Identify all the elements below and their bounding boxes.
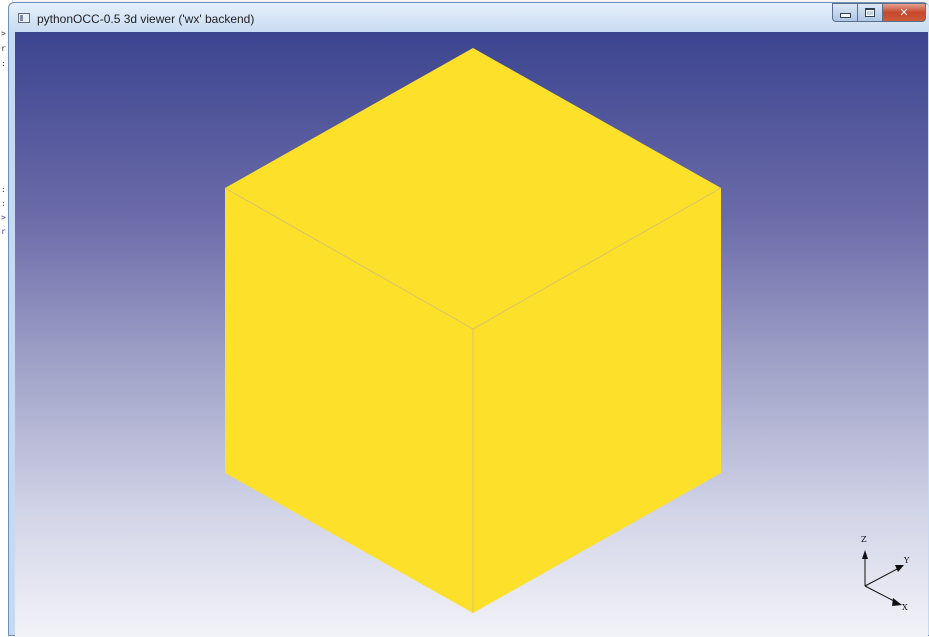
scene-svg: Z Y X [224,48,910,613]
background-console-text: > [1,29,6,38]
maximize-button[interactable] [858,3,883,22]
y-axis-arrow [895,565,904,572]
window-controls: ✕ [832,3,926,23]
x-axis [864,585,897,603]
background-console-text: r [1,227,6,236]
z-axis-arrow [862,550,868,559]
background-console-text: r [1,44,6,53]
x-axis-label: X [902,603,908,612]
app-window-icon[interactable] [18,13,30,23]
axis-triedron: Z Y X [861,535,910,612]
close-icon: ✕ [899,6,909,19]
y-axis [864,567,900,587]
background-console-text: : [1,199,6,208]
background-console-text: : [1,59,6,68]
z-axis-label: Z [861,535,867,544]
background-console-text: : [1,185,6,194]
title-bar[interactable]: pythonOCC-0.5 3d viewer ('wx' backend) ✕ [9,3,929,33]
window-title: pythonOCC-0.5 3d viewer ('wx' backend) [37,12,255,26]
background-console-text: > [1,213,6,222]
minimize-icon [839,13,851,18]
x-axis-arrow [892,598,902,606]
close-button[interactable]: ✕ [883,3,926,22]
3d-viewport-canvas[interactable]: Z Y X [15,32,928,637]
maximize-icon [865,8,875,17]
viewer-window: pythonOCC-0.5 3d viewer ('wx' backend) ✕ [8,2,929,637]
y-axis-label: Y [903,556,910,565]
minimize-button[interactable] [832,3,858,22]
